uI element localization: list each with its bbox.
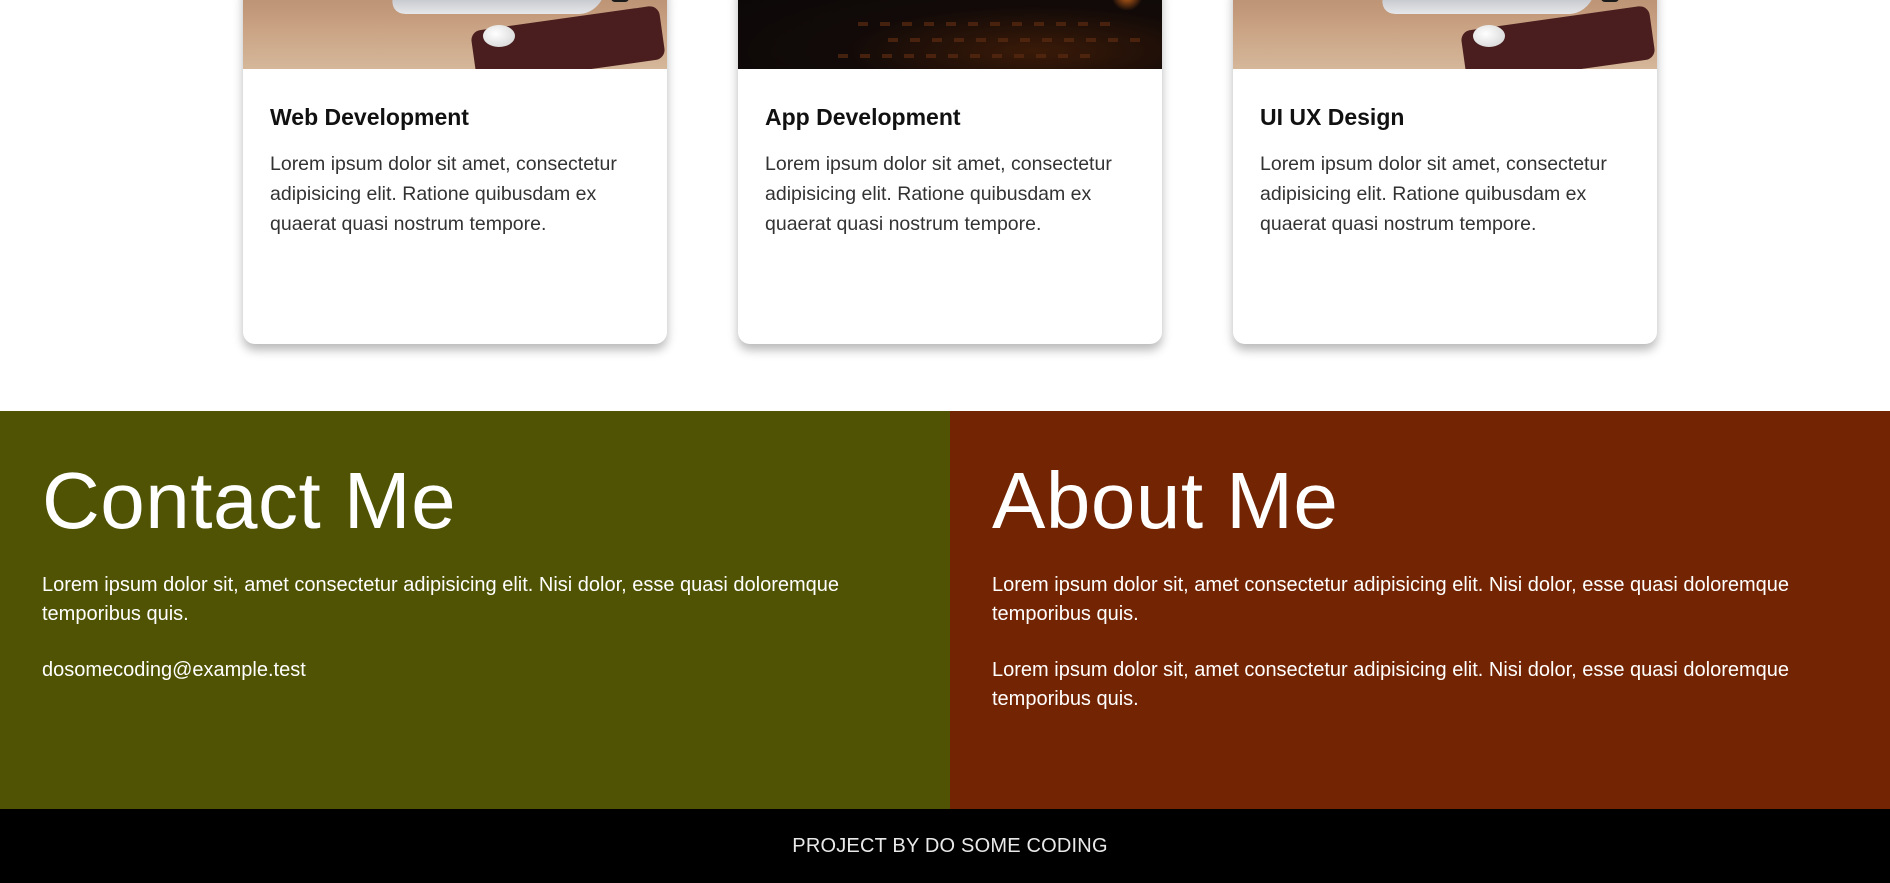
service-card[interactable]: Web Development Lorem ipsum dolor sit am… <box>243 0 667 344</box>
card-image <box>243 0 667 69</box>
card-text: Lorem ipsum dolor sit amet, consectetur … <box>270 153 617 236</box>
contact-panel: Contact Me Lorem ipsum dolor sit, amet c… <box>0 411 950 809</box>
contact-about-section: Contact Me Lorem ipsum dolor sit, amet c… <box>0 411 1890 809</box>
about-panel: About Me Lorem ipsum dolor sit, amet con… <box>950 411 1890 809</box>
footer: PROJECT BY DO SOME CODING <box>0 809 1890 883</box>
service-card[interactable]: UI UX Design Lorem ipsum dolor sit amet,… <box>1233 0 1657 344</box>
about-paragraph: Lorem ipsum dolor sit, amet consectetur … <box>992 574 1790 625</box>
about-title: About Me <box>992 456 1339 545</box>
footer-text: PROJECT BY DO SOME CODING <box>792 834 1108 857</box>
card-image <box>738 0 1162 69</box>
card-title: App Development <box>765 104 961 130</box>
about-paragraph: Lorem ipsum dolor sit, amet consectetur … <box>992 659 1790 710</box>
contact-email[interactable]: dosomecoding@example.test <box>42 656 908 685</box>
card-image <box>1233 0 1657 69</box>
services-section: Web Development Lorem ipsum dolor sit am… <box>0 0 1890 411</box>
contact-text: Lorem ipsum dolor sit, amet consectetur … <box>42 574 840 625</box>
card-title: Web Development <box>270 104 469 130</box>
service-card[interactable]: App Development Lorem ipsum dolor sit am… <box>738 0 1162 344</box>
contact-title: Contact Me <box>42 456 457 545</box>
card-text: Lorem ipsum dolor sit amet, consectetur … <box>765 153 1112 236</box>
card-text: Lorem ipsum dolor sit amet, consectetur … <box>1260 153 1607 236</box>
card-title: UI UX Design <box>1260 104 1405 130</box>
